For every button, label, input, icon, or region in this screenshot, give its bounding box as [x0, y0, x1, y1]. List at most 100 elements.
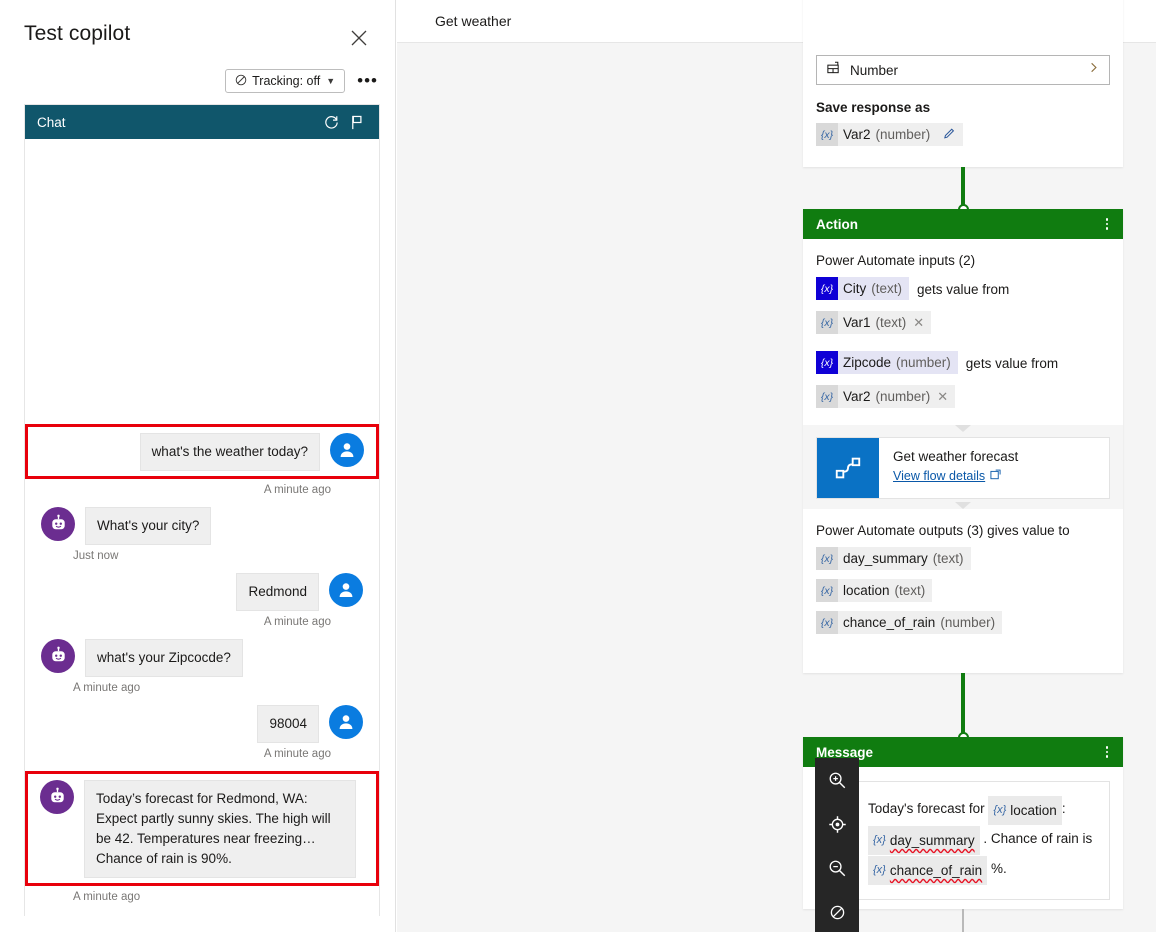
message-static-text-1: Today's forecast for	[868, 801, 985, 816]
token-name: chance_of_rain	[889, 863, 983, 878]
param-name: Zipcode	[843, 355, 892, 370]
app-root: Test copilot Tracking: off ▼ ••• Chat wh…	[0, 0, 1156, 932]
node-action[interactable]: Action Power Automate inputs (2) {x} Cit…	[803, 209, 1123, 673]
fit-to-view-icon[interactable]	[815, 802, 859, 846]
authoring-canvas-pane: Get weather Number Save response as {x} …	[397, 0, 1156, 932]
chip-input-param-city[interactable]: {x} City (text)	[816, 277, 910, 300]
input-variable-row: {x} Var2 (number) ✕	[816, 385, 1110, 417]
flow-card[interactable]: Get weather forecast View flow details	[816, 437, 1110, 499]
token-chance-of-rain[interactable]: {x} chance_of_rain	[868, 856, 988, 885]
identity-combobox[interactable]: Number	[816, 55, 1110, 85]
param-name: City	[843, 281, 867, 296]
topic-graph[interactable]: Number Save response as {x} Var2 (number…	[397, 0, 1156, 932]
highlight-box-first-user-message: what's the weather today?	[25, 424, 379, 479]
output-name: location	[843, 583, 890, 598]
message-row: Redmond	[25, 573, 379, 611]
input-binding-row: {x} City (text) gets value from	[816, 277, 1110, 309]
binding-verb: gets value from	[965, 355, 1059, 371]
chat-header-title: Chat	[37, 114, 66, 130]
chip-input-param-zipcode[interactable]: {x} Zipcode (number)	[816, 351, 958, 374]
variable-name: Var2	[843, 127, 871, 142]
external-link-icon	[990, 469, 1001, 483]
close-icon[interactable]	[346, 25, 372, 51]
chat-message-user: 98004	[41, 705, 363, 743]
chip-output-location[interactable]: {x} location (text)	[816, 579, 933, 602]
chevron-down-icon: ▼	[326, 76, 336, 86]
node-action-menu-button[interactable]	[1101, 216, 1113, 232]
highlight-box-forecast-message: Today’s forecast for Redmond, WA: Expect…	[25, 771, 379, 886]
token-location[interactable]: {x} location	[988, 796, 1062, 825]
variable-name: Var1	[843, 315, 871, 330]
message-colon: :	[1061, 801, 1066, 816]
caret-up-icon	[955, 425, 971, 432]
variable-token-icon: {x}	[816, 385, 838, 408]
output-row: {x} location (text)	[816, 579, 1110, 611]
chat-message-user: what's the weather today?	[40, 433, 364, 471]
message-row: Today’s forecast for Redmond, WA: Expect…	[28, 780, 376, 878]
output-type: (number)	[940, 615, 996, 630]
output-name: chance_of_rain	[843, 615, 936, 630]
chat-message-list[interactable]: what's the weather today? A minute ago W…	[25, 139, 379, 916]
pa-inputs-label: Power Automate inputs (2)	[816, 253, 976, 268]
node-message-menu-button[interactable]	[1101, 744, 1113, 760]
variable-token-icon: {x}	[816, 311, 838, 334]
reset-zoom-icon[interactable]	[815, 890, 859, 932]
chip-variable-var2[interactable]: {x} Var2 (number) ✕	[816, 385, 956, 408]
message-bubble: Redmond	[236, 573, 319, 611]
flag-icon[interactable]	[346, 111, 368, 133]
avatar	[329, 573, 363, 607]
output-row: {x} day_summary (text)	[816, 547, 1110, 579]
tracking-toggle-button[interactable]: Tracking: off ▼	[225, 69, 346, 93]
zoom-out-icon[interactable]	[815, 846, 859, 890]
chip-variable-var1[interactable]: {x} Var1 (text) ✕	[816, 311, 932, 334]
token-day-summary[interactable]: {x} day_summary	[868, 826, 980, 855]
variable-token-icon: {x}	[873, 864, 886, 876]
chat-message-bot: What's your city?	[41, 507, 363, 545]
remove-icon[interactable]: ✕	[937, 389, 948, 405]
test-copilot-pane: Test copilot Tracking: off ▼ ••• Chat wh…	[0, 0, 396, 932]
message-static-text-3: %.	[990, 861, 1007, 876]
chip-output-day-summary[interactable]: {x} day_summary (text)	[816, 547, 971, 570]
message-timestamp: A minute ago	[263, 616, 331, 628]
power-automate-icon	[817, 438, 879, 498]
tracking-label: Tracking: off	[252, 74, 321, 88]
refresh-icon[interactable]	[320, 111, 342, 133]
chip-save-variable[interactable]: {x} Var2 (number)	[816, 123, 964, 146]
variable-token-icon: {x}	[816, 611, 838, 634]
variable-token-icon: {x}	[816, 547, 838, 570]
message-bubble: Today’s forecast for Redmond, WA: Expect…	[84, 780, 356, 878]
input-binding-row: {x} Zipcode (number) gets value from	[816, 351, 1110, 383]
output-type: (text)	[894, 583, 926, 598]
flow-name: Get weather forecast	[893, 449, 1019, 464]
entity-icon	[826, 60, 841, 80]
save-response-label: Save response as	[816, 100, 931, 115]
variable-type: (number)	[875, 389, 931, 404]
chat-message-bot: Today’s forecast for Redmond, WA: Expect…	[40, 780, 364, 878]
caret-down-icon	[955, 502, 971, 509]
node-action-header: Action	[803, 209, 1123, 239]
chip-output-chance-of-rain[interactable]: {x} chance_of_rain (number)	[816, 611, 1003, 634]
zoom-in-icon[interactable]	[815, 758, 859, 802]
node-question[interactable]: Number Save response as {x} Var2 (number…	[803, 0, 1123, 167]
message-editor-row: Today's forecast for {x} location : {x} …	[816, 781, 1110, 900]
input-variable-row: {x} Var1 (text) ✕	[816, 311, 1110, 343]
message-timestamp: A minute ago	[73, 891, 141, 903]
message-static-text-2: . Chance of rain is	[983, 831, 1093, 846]
chat-header: Chat	[25, 105, 379, 139]
remove-icon[interactable]: ✕	[913, 315, 924, 331]
avatar	[41, 507, 75, 541]
edit-pencil-icon[interactable]	[943, 127, 956, 143]
variable-token-icon: {x}	[816, 579, 838, 602]
message-bubble: What's your city?	[85, 507, 212, 545]
variable-token-icon: {x}	[816, 351, 838, 374]
avatar	[40, 780, 74, 814]
token-name: location	[1010, 803, 1057, 818]
message-text-editor[interactable]: Today's forecast for {x} location : {x} …	[853, 781, 1110, 900]
canvas-zoom-toolbar	[815, 758, 859, 932]
more-options-button[interactable]: •••	[357, 72, 378, 89]
variable-token-icon: {x}	[816, 123, 838, 146]
view-flow-details-link[interactable]: View flow details	[893, 469, 1001, 483]
message-timestamp: A minute ago	[263, 748, 331, 760]
output-type: (text)	[932, 551, 964, 566]
chevron-right-icon	[1087, 61, 1100, 79]
